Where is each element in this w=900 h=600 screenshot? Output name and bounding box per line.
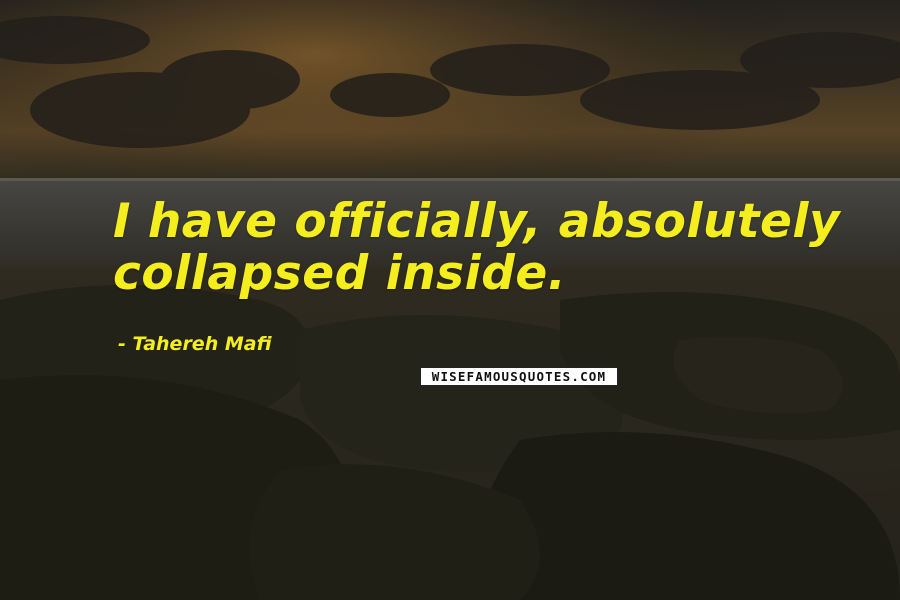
quote-text: I have officially, absolutely collapsed … — [113, 196, 873, 300]
quote-author: - Tahereh Mafi — [118, 333, 272, 355]
svg-text:WISEFAMOUSQUOTES.COM: WISEFAMOUSQUOTES.COM — [432, 369, 607, 384]
watermark-logo: WISEFAMOUSQUOTES.COM — [420, 367, 618, 386]
quote-line-2: collapsed inside. — [113, 246, 567, 301]
watermark-logo-mark: WISEFAMOUSQUOTES.COM — [421, 368, 617, 385]
quote-line-1: I have officially, absolutely — [113, 194, 841, 249]
